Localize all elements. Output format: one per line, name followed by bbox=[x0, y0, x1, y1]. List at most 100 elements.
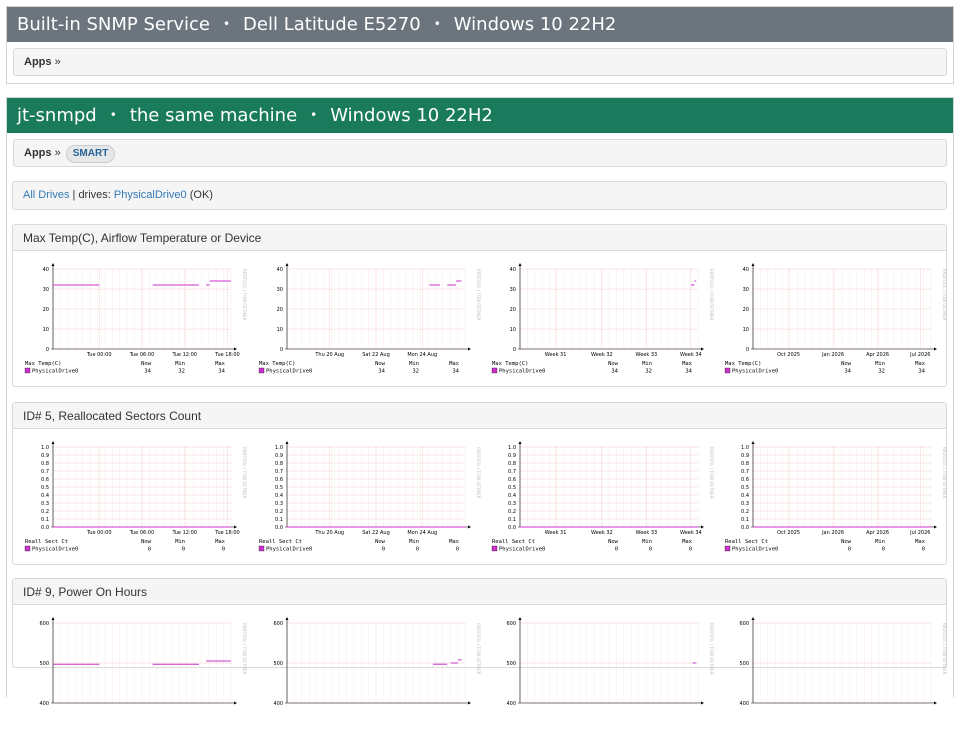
x-tick-label: Tue 12:00 bbox=[171, 530, 197, 536]
x-axis-arrow bbox=[701, 347, 704, 351]
graph-2: 1.0 0.9 0.8 0.7 0.6 0.5 0.4 0.3 0.2 0.1 0.0 RRDTOOL… bbox=[490, 439, 720, 563]
y-tick-label: 0.0 bbox=[41, 525, 49, 531]
y-tick-label: 30 bbox=[510, 287, 516, 293]
legend-now: 0 bbox=[615, 547, 618, 553]
all-drives-link[interactable]: All Drives bbox=[23, 189, 69, 201]
rrd-watermark: RRDTOOL / TOBI OETIKER bbox=[242, 447, 247, 499]
y-tick-label: 0.2 bbox=[41, 509, 49, 515]
legend-now: 0 bbox=[382, 547, 385, 553]
y-tick-label: 40 bbox=[743, 267, 749, 273]
breadcrumb-apps[interactable]: Apps bbox=[24, 56, 52, 68]
y-tick-label: 0.2 bbox=[741, 509, 749, 515]
legend-max: 34 bbox=[218, 369, 225, 375]
x-axis-arrow bbox=[701, 525, 704, 529]
header-dot: • bbox=[109, 108, 117, 122]
legend-series: PhysicalDrive0 bbox=[732, 547, 778, 553]
y-tick-label: 0.6 bbox=[275, 477, 283, 483]
x-tick-label: Jul 2026 bbox=[909, 352, 930, 358]
y-tick-label: 0.4 bbox=[275, 493, 283, 499]
legend-swatch bbox=[24, 545, 31, 552]
y-axis-arrow bbox=[285, 263, 289, 266]
legend-max: 34 bbox=[452, 369, 459, 375]
y-tick-label: 1.0 bbox=[741, 445, 749, 451]
x-tick-label: Tue 00:00 bbox=[86, 352, 112, 358]
legend-now: 0 bbox=[148, 547, 151, 553]
y-tick-label: 500 bbox=[506, 661, 516, 667]
drives-prefix: drives: bbox=[78, 189, 111, 201]
y-tick-label: 0.5 bbox=[741, 485, 749, 491]
rrd-watermark: RRDTOOL / TOBI OETIKER bbox=[242, 269, 247, 321]
drive-link[interactable]: PhysicalDrive0 bbox=[114, 189, 187, 201]
x-axis-arrow bbox=[934, 701, 937, 705]
y-tick-label: 20 bbox=[510, 307, 516, 313]
panel-title: Max Temp(C), Airflow Temperature or Devi… bbox=[13, 225, 946, 251]
y-tick-label: 0.3 bbox=[41, 501, 49, 507]
y-tick-label: 0.0 bbox=[741, 525, 749, 531]
y-tick-label: 10 bbox=[43, 327, 49, 333]
legend-now-header: Now bbox=[141, 539, 152, 545]
x-tick-label: Tue 12:00 bbox=[171, 352, 197, 358]
y-tick-label: 500 bbox=[273, 661, 283, 667]
y-tick-label: 0.3 bbox=[741, 501, 749, 507]
y-tick-label: 0.1 bbox=[741, 517, 749, 523]
breadcrumb-apps[interactable]: Apps bbox=[24, 147, 52, 159]
y-axis-arrow bbox=[51, 441, 55, 444]
y-tick-label: 0.3 bbox=[275, 501, 283, 507]
legend-swatch bbox=[724, 367, 731, 374]
legend-min: 32 bbox=[645, 369, 652, 375]
y-tick-label: 0.6 bbox=[741, 477, 749, 483]
x-tick-label: Mon 24 Aug bbox=[407, 530, 437, 536]
y-tick-label: 600 bbox=[273, 621, 283, 627]
y-tick-label: 0.0 bbox=[508, 525, 516, 531]
y-tick-label: 0.9 bbox=[741, 453, 749, 459]
y-axis-arrow bbox=[285, 617, 289, 620]
y-tick-label: 400 bbox=[739, 701, 749, 707]
graph-1: 600 500 400 RRDTOOL / TOBI OETIKER bbox=[257, 615, 487, 739]
legend-metric: Max Temp(C) bbox=[259, 361, 295, 367]
drives-sep: | bbox=[72, 189, 76, 201]
y-axis-arrow bbox=[751, 617, 755, 620]
legend-max: 0 bbox=[922, 547, 925, 553]
header-os: Windows 10 22H2 bbox=[453, 14, 617, 35]
panel-title: ID# 5, Reallocated Sectors Count bbox=[13, 403, 946, 429]
legend-metric: Reall Sect Ct bbox=[492, 539, 535, 545]
legend-max-header: Max bbox=[915, 539, 926, 545]
legend-min-header: Min bbox=[175, 361, 185, 367]
x-tick-label: Sat 22 Aug bbox=[362, 530, 390, 536]
y-tick-label: 0.8 bbox=[275, 461, 283, 467]
x-tick-label: Week 33 bbox=[636, 352, 658, 358]
panel-temperature: Max Temp(C), Airflow Temperature or Devi… bbox=[12, 224, 947, 387]
y-axis-arrow bbox=[518, 617, 522, 620]
legend-series: PhysicalDrive0 bbox=[499, 369, 545, 375]
graphs-row: 1.0 0.9 0.8 0.7 0.6 0.5 0.4 0.3 0.2 0.1 0.0 RRDTOOL… bbox=[13, 429, 947, 590]
legend-now-header: Now bbox=[841, 539, 852, 545]
legend-min: 0 bbox=[182, 547, 185, 553]
legend-min: 32 bbox=[878, 369, 885, 375]
x-axis-arrow bbox=[234, 525, 237, 529]
legend-now: 34 bbox=[611, 369, 618, 375]
y-tick-label: 20 bbox=[277, 307, 283, 313]
legend-max-header: Max bbox=[682, 361, 693, 367]
legend-now-header: Now bbox=[375, 539, 386, 545]
x-tick-label: Apr 2026 bbox=[866, 530, 889, 536]
y-tick-label: 400 bbox=[39, 701, 49, 707]
legend-min: 32 bbox=[412, 369, 419, 375]
x-tick-label: Oct 2025 bbox=[777, 352, 800, 358]
legend-min-header: Min bbox=[409, 361, 419, 367]
legend-swatch bbox=[258, 545, 265, 552]
legend-max: 34 bbox=[918, 369, 925, 375]
y-tick-label: 500 bbox=[739, 661, 749, 667]
x-axis-arrow bbox=[234, 701, 237, 705]
x-axis-arrow bbox=[468, 701, 471, 705]
graph-0: 1.0 0.9 0.8 0.7 0.6 0.5 0.4 0.3 0.2 0.1 0.0 RRDTOOL… bbox=[23, 439, 253, 563]
legend-metric: Reall Sect Ct bbox=[25, 539, 68, 545]
legend-min: 0 bbox=[649, 547, 652, 553]
graph-2: 40 30 20 10 0 RRDTOOL / TOBI OETIKER Week 31 We… bbox=[490, 261, 720, 385]
legend-series: PhysicalDrive0 bbox=[266, 369, 312, 375]
section-builtin-snmp: Built-in SNMP Service • Dell Latitude E527… bbox=[6, 6, 954, 84]
y-tick-label: 0.8 bbox=[41, 461, 49, 467]
x-tick-label: Tue 18:00 bbox=[214, 530, 240, 536]
y-tick-label: 10 bbox=[743, 327, 749, 333]
smart-pill[interactable]: SMART bbox=[65, 145, 116, 163]
y-tick-label: 0.2 bbox=[275, 509, 283, 515]
